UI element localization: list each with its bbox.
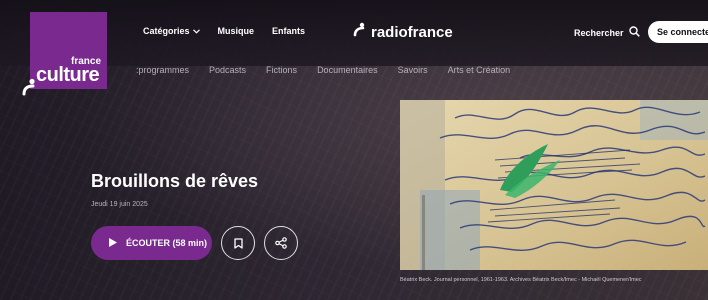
chevron-down-icon — [192, 26, 200, 36]
nav-categories[interactable]: Catégories — [143, 26, 200, 36]
search-button[interactable]: Rechercher — [574, 26, 640, 39]
episode-artwork — [400, 100, 708, 270]
bookmark-button[interactable] — [221, 226, 255, 260]
bookmark-icon — [233, 234, 243, 253]
subnav-documentaires[interactable]: Documentaires — [317, 65, 378, 75]
subnav-fictions[interactable]: Fictions — [266, 65, 297, 75]
subnav-arts[interactable]: Arts et Création — [448, 65, 511, 75]
listen-button[interactable]: ÉCOUTER (58 min) — [91, 226, 212, 260]
subnav-programmes[interactable]: :programmes — [136, 65, 189, 75]
share-icon — [275, 234, 287, 253]
nav-kids[interactable]: Enfants — [272, 26, 305, 36]
play-icon — [109, 237, 117, 249]
subnav-savoirs[interactable]: Savoirs — [398, 65, 428, 75]
sub-navigation: :programmes Podcasts Fictions Documentai… — [136, 65, 510, 75]
image-caption: Béatrix Beck. Journal personnel, 1961-19… — [400, 277, 642, 283]
episode-title: Brouillons de rêves — [91, 171, 259, 191]
radiofrance-logo-icon — [352, 22, 368, 42]
connect-button[interactable]: Se connecter — [648, 21, 708, 43]
main-nav: Catégories Musique Enfants — [143, 26, 305, 36]
share-button[interactable] — [264, 226, 298, 260]
nav-music[interactable]: Musique — [218, 26, 255, 36]
listen-label: ÉCOUTER (58 min) — [126, 238, 208, 248]
brand-label: radiofrance — [371, 23, 453, 41]
episode-date: Jeudi 19 juin 2025 — [91, 201, 148, 208]
subnav-podcasts[interactable]: Podcasts — [209, 65, 246, 75]
logo-big-text: culture — [36, 64, 100, 86]
radiofrance-brand[interactable]: radiofrance — [352, 22, 453, 42]
search-icon — [628, 26, 640, 39]
logo-swirl-icon — [20, 78, 38, 100]
search-label: Rechercher — [574, 27, 624, 38]
france-culture-logo[interactable]: france culture — [22, 12, 107, 96]
